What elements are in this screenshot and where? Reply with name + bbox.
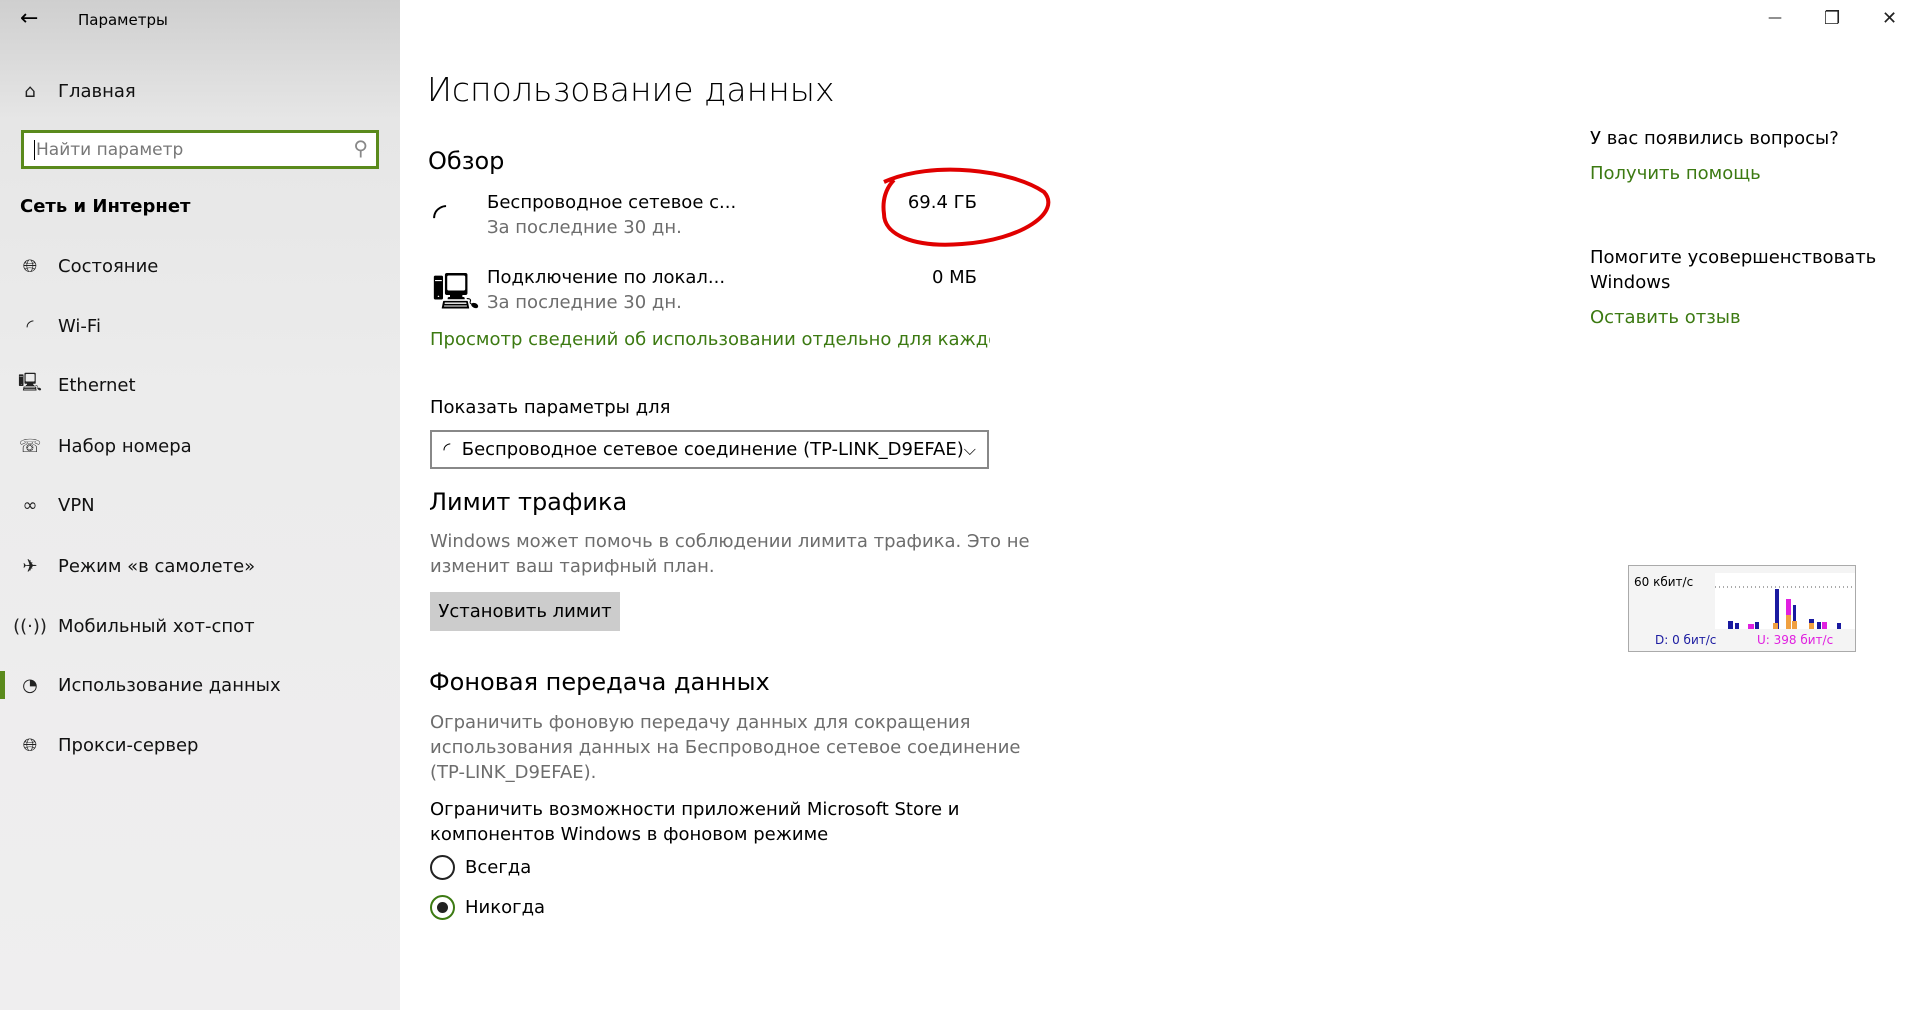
set-limit-button[interactable]: Установить лимит (430, 592, 620, 631)
dialup-icon: ☏ (18, 435, 42, 457)
get-help-link[interactable]: Получить помощь (1590, 163, 1761, 184)
download-rate: D: 0 бит/с (1655, 633, 1717, 647)
upload-rate: U: 398 бит/с (1757, 633, 1834, 647)
background-heading: Фоновая передача данных (429, 668, 770, 696)
radio-never-label[interactable]: Никогда (465, 897, 545, 918)
per-app-usage-link[interactable]: Просмотр сведений об использовании отдел… (430, 329, 990, 350)
improve-heading: Помогите усовершенствовать (1590, 247, 1877, 268)
connection-period: За последние 30 дн. (487, 217, 682, 238)
sidebar-item-vpn[interactable]: ∞ VPN (0, 480, 400, 530)
improve-heading: Windows (1590, 272, 1671, 293)
sidebar-item-proxy[interactable]: 🌐︎ Прокси-сервер (0, 720, 400, 770)
section-heading: Сеть и Интернет (20, 196, 191, 217)
meter-graph (1715, 573, 1855, 629)
globe-icon: 🌐︎ (22, 734, 38, 756)
red-annotation-circle (881, 167, 1051, 247)
sidebar-item-ethernet[interactable]: 🖳 Ethernet (0, 360, 400, 410)
data-usage-icon: ◔ (22, 674, 38, 696)
airplane-icon: ✈ (22, 555, 38, 577)
questions-heading: У вас появились вопросы? (1590, 128, 1839, 149)
window-title: Параметры (78, 11, 168, 29)
restrict-question: компонентов Windows в фоновом режиме (430, 824, 829, 845)
connection-name: Подключение по локал... (487, 267, 726, 288)
radio-never[interactable] (430, 895, 455, 920)
minimize-button[interactable]: — (1768, 10, 1782, 26)
sidebar-item-dialup[interactable]: ☏ Набор номера (0, 421, 400, 471)
sidebar-item-airplane[interactable]: ✈ Режим «в самолете» (0, 541, 400, 591)
page-title: Использование данных (427, 70, 835, 109)
close-button[interactable]: ✕ (1882, 8, 1897, 29)
connection-usage: 0 МБ (931, 267, 977, 288)
wifi-icon: ◜ (433, 196, 447, 236)
globe-icon: 🌐︎ (22, 255, 38, 277)
back-icon[interactable]: ← (20, 6, 38, 31)
dropdown-value: Беспроводное сетевое соединение (TP-LINK… (461, 439, 964, 460)
show-for-label: Показать параметры для (430, 397, 671, 418)
ethernet-icon: 🖳 (17, 372, 42, 393)
sidebar: ← Параметры ⌂ Главная Найти параметр ⚲ Сет… (0, 0, 400, 1010)
limit-desc-line: изменит ваш тарифный план. (430, 556, 715, 577)
sidebar-item-data-usage[interactable]: ◔ Использование данных (0, 660, 400, 710)
restrict-question: Ограничить возможности приложений Micros… (430, 799, 960, 820)
ethernet-icon: 🖳 (432, 272, 481, 313)
maximize-button[interactable]: ❐ (1824, 8, 1840, 29)
network-meter-widget: 60 кбит/с D: 0 бит/с U: 398 бит/с (1628, 565, 1856, 652)
wifi-icon: ◜ (443, 439, 451, 460)
vpn-icon: ∞ (22, 494, 38, 516)
background-desc-line: использования данных на Беспроводное сет… (430, 737, 1021, 758)
limit-desc-line: Windows может помочь в соблюдении лимита… (430, 531, 1030, 552)
limit-heading: Лимит трафика (429, 488, 628, 516)
connection-name: Беспроводное сетевое с... (487, 192, 737, 213)
network-dropdown[interactable]: ◜ Беспроводное сетевое соединение (TP-LI… (430, 430, 989, 469)
overview-heading: Обзор (428, 147, 505, 175)
background-desc-line: (TP-LINK_D9EFAE). (430, 762, 597, 783)
search-icon: ⚲ (353, 136, 368, 160)
wifi-icon: ◜ (26, 315, 34, 337)
background-desc-line: Ограничить фоновую передачу данных для с… (430, 712, 971, 733)
search-input[interactable]: Найти параметр ⚲ (21, 130, 379, 169)
sidebar-item-wifi[interactable]: ◜ Wi-Fi (0, 301, 400, 351)
sidebar-item-status[interactable]: 🌐︎ Состояние (0, 241, 400, 291)
sidebar-item-hotspot[interactable]: ((·)) Мобильный хот-спот (0, 601, 400, 651)
sidebar-item-home[interactable]: ⌂ Главная (0, 66, 400, 116)
chevron-down-icon: ⌵ (963, 439, 976, 459)
home-icon: ⌂ (24, 80, 36, 102)
radio-always-label[interactable]: Всегда (465, 857, 531, 878)
connection-period: За последние 30 дн. (487, 292, 682, 313)
meter-scale-label: 60 кбит/с (1634, 575, 1694, 589)
feedback-link[interactable]: Оставить отзыв (1590, 307, 1741, 328)
radio-always[interactable] (430, 855, 455, 880)
hotspot-icon: ((·)) (13, 615, 47, 637)
